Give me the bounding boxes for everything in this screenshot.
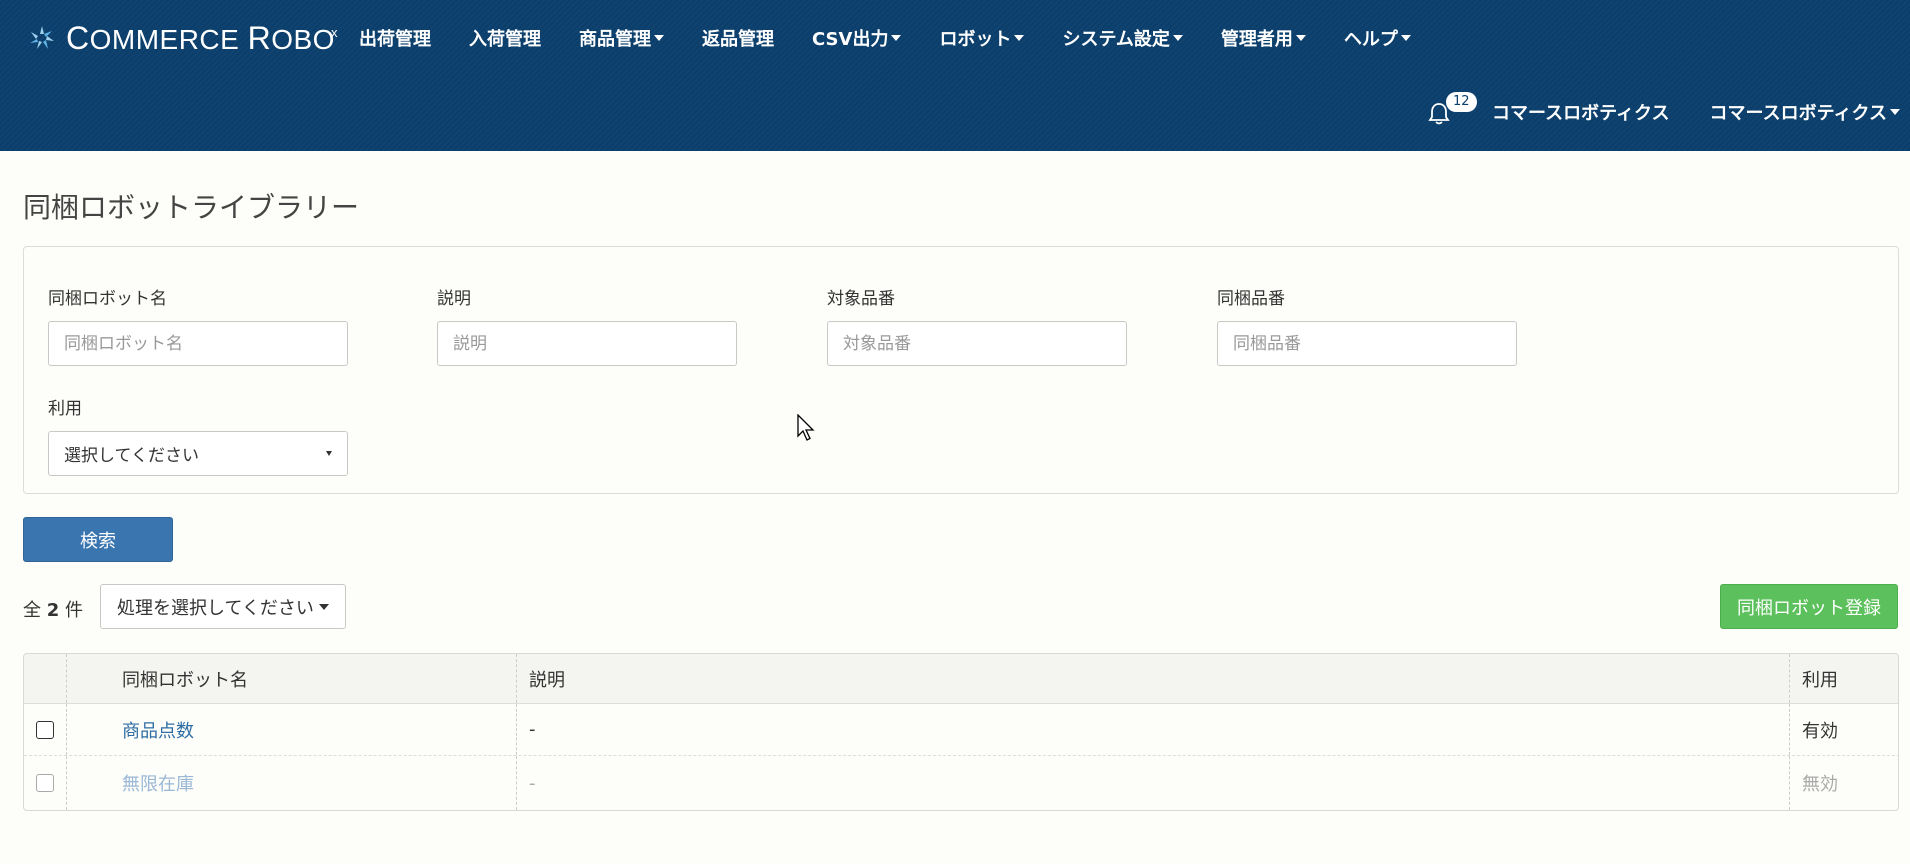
row-description: - bbox=[517, 704, 1790, 755]
nav-receiving-label: 入荷管理 bbox=[469, 29, 541, 50]
nav-admin-label: 管理者用 bbox=[1220, 29, 1293, 50]
nav-returns-label: 返品管理 bbox=[702, 29, 774, 50]
bundle-sku-label: 同梱品番 bbox=[1217, 289, 1285, 309]
logo-letter-r: R bbox=[247, 19, 272, 56]
logo-word-commerce: OMMERCE bbox=[89, 23, 248, 55]
nav-help[interactable]: ヘルプ bbox=[1325, 25, 1430, 51]
target-sku-label: 対象品番 bbox=[827, 289, 895, 309]
usage-label: 利用 bbox=[48, 399, 82, 419]
robot-name-link[interactable]: 無限在庫 bbox=[122, 770, 194, 796]
nav-system-label: システム設定 bbox=[1062, 29, 1170, 50]
description-label: 説明 bbox=[437, 289, 471, 309]
nav-returns[interactable]: 返品管理 bbox=[683, 25, 793, 51]
table-row: 無限在庫 - 無効 bbox=[24, 756, 1898, 810]
table-header-row: 同梱ロボット名 説明 利用 bbox=[24, 654, 1898, 704]
notification-button[interactable]: 12 bbox=[1426, 92, 1477, 130]
robot-name-input[interactable] bbox=[48, 321, 348, 366]
bulk-action-label: 処理を選択してください bbox=[117, 597, 314, 619]
caret-down-icon bbox=[318, 603, 329, 610]
count-value: 2 bbox=[46, 600, 60, 621]
user-menu-label: コマースロボティクス bbox=[1709, 103, 1887, 124]
description-input[interactable] bbox=[437, 321, 737, 366]
robot-name-link[interactable]: 商品点数 bbox=[122, 717, 194, 743]
nav-robot[interactable]: ロボット bbox=[920, 25, 1043, 51]
header-checkbox-cell bbox=[24, 654, 67, 703]
logo-superscript: x bbox=[330, 24, 338, 40]
usage-select-value: 選択してください bbox=[64, 446, 199, 466]
nav-help-label: ヘルプ bbox=[1343, 29, 1398, 50]
description-field: 説明 bbox=[437, 284, 737, 366]
nav-robot-label: ロボット bbox=[939, 29, 1012, 50]
bundle-sku-input[interactable] bbox=[1217, 321, 1517, 366]
nav-system-settings[interactable]: システム設定 bbox=[1043, 25, 1201, 51]
nav-products-label: 商品管理 bbox=[579, 29, 651, 50]
nav-admin[interactable]: 管理者用 bbox=[1202, 25, 1325, 51]
usage-select[interactable]: 選択してください bbox=[48, 431, 348, 476]
main-nav: 出荷管理 入荷管理 商品管理 返品管理 CSV出力 ロボット システム設定 管理… bbox=[340, 22, 1430, 54]
header-name[interactable]: 同梱ロボット名 bbox=[67, 654, 517, 703]
register-robot-button[interactable]: 同梱ロボット登録 bbox=[1720, 584, 1898, 629]
caret-down-icon bbox=[1014, 35, 1025, 41]
caret-down-icon bbox=[654, 35, 664, 41]
search-filter-panel: 同梱ロボット名 説明 対象品番 同梱品番 利用 選択してください bbox=[23, 246, 1899, 494]
logo-text: COMMERCE ROBOx bbox=[66, 20, 342, 57]
header-description[interactable]: 説明 bbox=[517, 654, 1790, 703]
logo-word-robo: OBO bbox=[271, 23, 335, 55]
caret-down-icon bbox=[1400, 35, 1411, 41]
company-link[interactable]: コマースロボティクス bbox=[1492, 99, 1669, 125]
row-usage: 無効 bbox=[1802, 774, 1838, 795]
nav-products[interactable]: 商品管理 bbox=[560, 25, 683, 51]
count-suffix: 件 bbox=[65, 600, 83, 621]
bulk-action-dropdown[interactable]: 処理を選択してください bbox=[100, 584, 346, 629]
notification-badge: 12 bbox=[1446, 92, 1477, 112]
result-count: 全 2 件 bbox=[23, 596, 83, 622]
row-name-cell: 商品点数 bbox=[67, 704, 517, 755]
logo-mark-icon bbox=[30, 26, 54, 49]
nav-csv-export[interactable]: CSV出力 bbox=[793, 25, 920, 51]
robot-name-label: 同梱ロボット名 bbox=[48, 289, 167, 309]
row-checkbox-cell bbox=[24, 704, 67, 755]
target-sku-field: 対象品番 bbox=[827, 284, 1127, 366]
row-usage: 有効 bbox=[1802, 720, 1838, 742]
robot-name-field: 同梱ロボット名 bbox=[48, 284, 348, 366]
row-description: - bbox=[517, 756, 1790, 810]
count-prefix: 全 bbox=[23, 600, 41, 621]
header-usage[interactable]: 利用 bbox=[1790, 654, 1898, 703]
user-bar: 12 コマースロボティクス コマースロボティクス bbox=[1426, 92, 1910, 132]
logo-letter-c: C bbox=[66, 19, 90, 56]
bundle-sku-field: 同梱品番 bbox=[1217, 284, 1517, 366]
nav-csv-label: CSV出力 bbox=[812, 29, 889, 50]
mouse-cursor-icon bbox=[797, 414, 815, 441]
caret-down-icon bbox=[326, 451, 332, 456]
top-navbar: COMMERCE ROBOx 出荷管理 入荷管理 商品管理 返品管理 CSV出力… bbox=[0, 0, 1910, 151]
caret-down-icon bbox=[1295, 35, 1306, 41]
row-checkbox[interactable] bbox=[36, 720, 54, 739]
row-checkbox[interactable] bbox=[36, 774, 54, 792]
caret-down-icon bbox=[1172, 35, 1183, 41]
page-title: 同梱ロボットライブラリー bbox=[23, 191, 360, 224]
row-checkbox-cell bbox=[24, 756, 67, 810]
nav-receiving[interactable]: 入荷管理 bbox=[450, 25, 560, 51]
nav-shipping[interactable]: 出荷管理 bbox=[340, 25, 450, 51]
user-menu[interactable]: コマースロボティクス bbox=[1710, 99, 1900, 125]
table-row: 商品点数 - 有効 bbox=[24, 704, 1898, 756]
caret-down-icon bbox=[1890, 109, 1900, 115]
caret-down-icon bbox=[891, 35, 902, 41]
row-name-cell: 無限在庫 bbox=[67, 756, 517, 810]
search-button[interactable]: 検索 bbox=[23, 517, 173, 562]
target-sku-input[interactable] bbox=[827, 321, 1127, 366]
robot-table: 同梱ロボット名 説明 利用 商品点数 - 有効 無限在庫 - 無効 bbox=[23, 653, 1899, 811]
commerce-robo-logo[interactable]: COMMERCE ROBOx bbox=[28, 20, 342, 56]
nav-shipping-label: 出荷管理 bbox=[359, 29, 431, 50]
usage-field: 利用 選択してください bbox=[48, 394, 348, 476]
